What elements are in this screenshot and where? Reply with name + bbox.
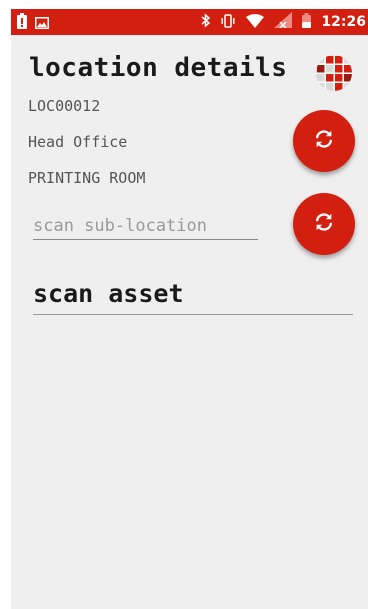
wifi-icon (246, 13, 265, 32)
image-icon (35, 14, 49, 33)
sub-location-input[interactable]: scan sub-location (33, 216, 258, 240)
vibrate-icon (220, 13, 236, 32)
status-bar: 12:26 (11, 9, 368, 35)
battery-alert-icon (17, 13, 27, 33)
refresh-icon (313, 128, 335, 154)
no-signal-icon (274, 12, 293, 32)
refresh-icon (313, 211, 335, 237)
location-code: LOC00012 (28, 97, 101, 115)
app-logo-icon (316, 55, 352, 91)
refresh-location-button[interactable] (293, 110, 355, 172)
location-room: PRINTING ROOM (28, 169, 146, 187)
location-site: Head Office (28, 133, 128, 151)
page-title: location details (29, 53, 288, 83)
device-screen: 12:26 location details LOC00012 Head Off… (11, 9, 368, 609)
battery-icon (302, 12, 312, 32)
refresh-sub-location-button[interactable] (293, 193, 355, 255)
status-time: 12:26 (321, 14, 366, 30)
bluetooth-icon (201, 12, 211, 32)
asset-input[interactable]: scan asset (33, 279, 353, 315)
